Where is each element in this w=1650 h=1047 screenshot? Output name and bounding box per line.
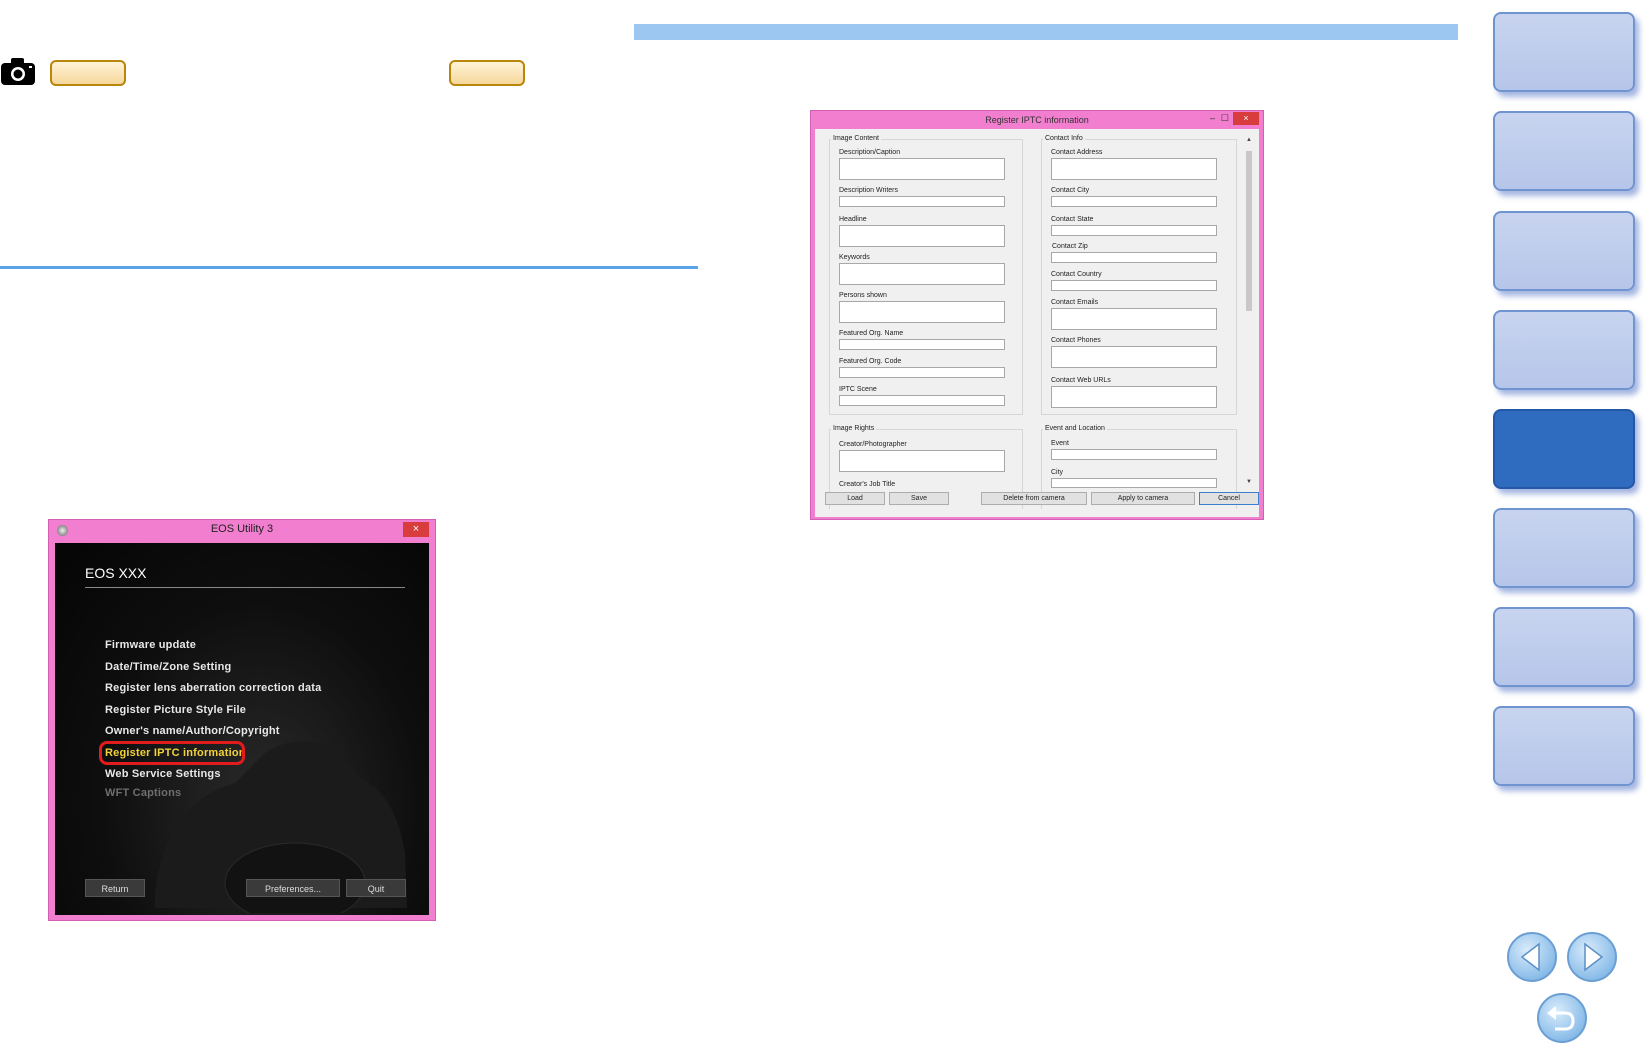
preferences-button[interactable]: Preferences... (246, 879, 340, 897)
contact-address-field[interactable] (1051, 158, 1217, 180)
nav-tab-2[interactable] (1493, 111, 1635, 191)
field-label: Contact Address (1051, 149, 1103, 156)
menu-firmware-update[interactable]: Firmware update (105, 639, 196, 651)
menu-wft-captions: WFT Captions (105, 787, 182, 799)
maximize-icon[interactable]: ☐ (1221, 113, 1229, 124)
group-label: Image Content (831, 135, 881, 142)
mode-badge (50, 60, 126, 86)
field-label: Contact City (1051, 187, 1090, 194)
contact-city-field[interactable] (1051, 196, 1217, 207)
nav-tab-7[interactable] (1493, 607, 1635, 687)
return-button[interactable]: Return (85, 879, 145, 897)
contact-phones-field[interactable] (1051, 346, 1217, 368)
field-label: Contact Web URLs (1051, 377, 1111, 384)
field-label: Keywords (839, 254, 870, 261)
mode-badge-2 (449, 60, 525, 86)
creator-photographer-field[interactable] (839, 450, 1005, 472)
menu-web-service[interactable]: Web Service Settings (105, 768, 221, 780)
scroll-up-icon[interactable]: ▲ (1245, 137, 1253, 143)
section-rule (0, 266, 698, 269)
description-caption-field[interactable] (839, 158, 1005, 180)
eos-window-title: EOS Utility 3 (210, 523, 274, 535)
contact-zip-field[interactable] (1051, 252, 1217, 263)
scroll-thumb[interactable] (1246, 151, 1252, 311)
persons-shown-field[interactable] (839, 301, 1005, 323)
section-header-band (634, 24, 1458, 40)
nav-tab-5-active[interactable] (1493, 409, 1635, 489)
iptc-form: Image Content Description/Caption Descri… (815, 129, 1259, 517)
close-icon[interactable]: × (403, 522, 429, 537)
register-iptc-window: Register IPTC information – ☐ × Image Co… (810, 110, 1264, 520)
nav-tab-1[interactable] (1493, 12, 1635, 92)
cancel-button[interactable]: Cancel (1199, 492, 1259, 505)
field-label: Headline (839, 216, 867, 223)
field-label: Contact Zip (1052, 243, 1088, 250)
menu-owner-author-copyright[interactable]: Owner's name/Author/Copyright (105, 725, 280, 737)
field-label: Contact Phones (1051, 337, 1101, 344)
menu-lens-aberration[interactable]: Register lens aberration correction data (105, 682, 321, 694)
field-label: Contact State (1051, 216, 1094, 223)
field-label: City (1051, 469, 1064, 476)
scroll-down-icon[interactable]: ▼ (1245, 479, 1253, 485)
eos-main-panel: EOS XXX Firmware update Date/Time/Zone S… (55, 543, 429, 915)
previous-page-icon[interactable] (1507, 932, 1557, 982)
field-label: IPTC Scene (839, 386, 877, 393)
eos-utility-window: EOS Utility 3 × EOS XXX Firmware update … (48, 519, 436, 921)
iptc-window-title: Register IPTC information (985, 115, 1089, 125)
field-label: Creator/Photographer (839, 441, 907, 448)
vertical-scrollbar[interactable]: ▲ ▼ (1245, 137, 1253, 485)
iptc-scene-field[interactable] (839, 395, 1005, 406)
field-label: Featured Org. Code (839, 358, 902, 365)
return-icon[interactable] (1537, 993, 1587, 1043)
nav-tab-6[interactable] (1493, 508, 1635, 588)
city-field[interactable] (1051, 478, 1217, 488)
field-label: Contact Country (1051, 271, 1102, 278)
minimize-icon[interactable]: – (1210, 113, 1215, 123)
camera-icon (1, 58, 35, 85)
contact-emails-field[interactable] (1051, 308, 1217, 330)
save-button[interactable]: Save (889, 492, 949, 505)
apply-to-camera-button[interactable]: Apply to camera (1091, 492, 1195, 505)
quit-button[interactable]: Quit (346, 879, 406, 897)
field-label: Creator's Job Title (839, 481, 896, 488)
field-label: Persons shown (839, 292, 887, 299)
contact-state-field[interactable] (1051, 225, 1217, 236)
field-label: Featured Org. Name (839, 330, 904, 337)
next-page-icon[interactable] (1567, 932, 1617, 982)
nav-tab-3[interactable] (1493, 211, 1635, 291)
menu-picture-style[interactable]: Register Picture Style File (105, 704, 246, 716)
delete-from-camera-button[interactable]: Delete from camera (981, 492, 1087, 505)
event-field[interactable] (1051, 449, 1217, 460)
eos-titlebar: EOS Utility 3 × (49, 520, 435, 542)
contact-web-urls-field[interactable] (1051, 386, 1217, 408)
group-label: Event and Location (1043, 425, 1107, 432)
field-label: Description Writers (839, 187, 898, 194)
selection-highlight (99, 741, 245, 765)
headline-field[interactable] (839, 225, 1005, 247)
field-label: Contact Emails (1051, 299, 1099, 306)
featured-org-code-field[interactable] (839, 367, 1005, 378)
load-button[interactable]: Load (825, 492, 885, 505)
field-label: Description/Caption (839, 149, 901, 156)
field-label: Event (1051, 440, 1069, 447)
nav-tab-8[interactable] (1493, 706, 1635, 786)
nav-tab-4[interactable] (1493, 310, 1635, 390)
description-writers-field[interactable] (839, 196, 1005, 207)
menu-date-time-zone[interactable]: Date/Time/Zone Setting (105, 661, 231, 673)
featured-org-name-field[interactable] (839, 339, 1005, 350)
group-label: Image Rights (831, 425, 877, 432)
camera-model: EOS XXX (85, 565, 147, 581)
model-divider (85, 587, 405, 588)
keywords-field[interactable] (839, 263, 1005, 285)
group-label: Contact Info (1043, 135, 1085, 142)
contact-country-field[interactable] (1051, 280, 1217, 291)
close-icon[interactable]: × (1233, 112, 1259, 125)
